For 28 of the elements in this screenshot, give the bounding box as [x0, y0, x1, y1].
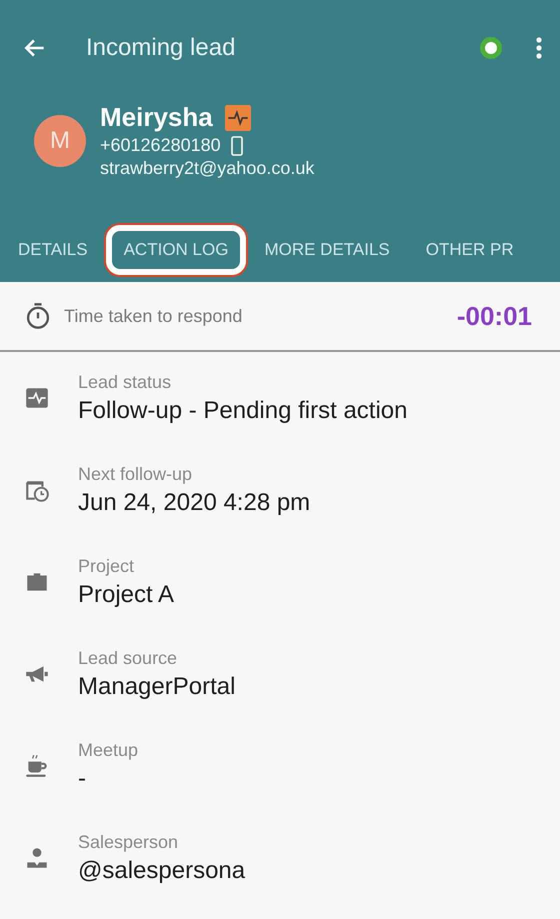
- screen-title: Incoming lead: [86, 34, 236, 62]
- field-value: -: [78, 764, 87, 792]
- field-value: Jun 24, 2020 4:28 pm: [78, 488, 310, 516]
- more-options-icon[interactable]: [536, 37, 542, 59]
- tab[interactable]: DETAILS: [0, 225, 106, 275]
- field-label: Lead source: [78, 648, 178, 668]
- tab[interactable]: ACTION LOG: [106, 225, 246, 275]
- field-value: @salespersona: [78, 856, 246, 884]
- response-time-value: -00:01: [456, 300, 532, 332]
- field-label: Lead status: [78, 372, 172, 392]
- phone-number: +60126280180: [100, 135, 221, 156]
- pulse-icon: [224, 104, 251, 130]
- response-time-label: Time taken to respond: [64, 306, 244, 326]
- lead-name: Meirysha: [100, 102, 213, 133]
- field-value: Follow-up - Pending first action: [78, 396, 408, 424]
- field-label: Meetup: [78, 740, 138, 760]
- field-label: Next follow-up: [78, 464, 194, 484]
- field-value: Project A: [78, 580, 174, 608]
- status-indicator-icon: [480, 37, 502, 59]
- tab[interactable]: OTHER PR: [408, 225, 532, 275]
- phone-icon: [230, 136, 243, 156]
- field-value: ManagerPortal: [78, 672, 236, 700]
- stopwatch-icon: [24, 302, 52, 330]
- email-address: strawberry2t@yahoo.co.uk: [100, 158, 314, 179]
- field-label: Salesperson: [78, 832, 180, 852]
- avatar: M: [34, 114, 86, 166]
- tab[interactable]: MORE DETAILS: [246, 225, 408, 275]
- field-label: Project: [78, 556, 136, 576]
